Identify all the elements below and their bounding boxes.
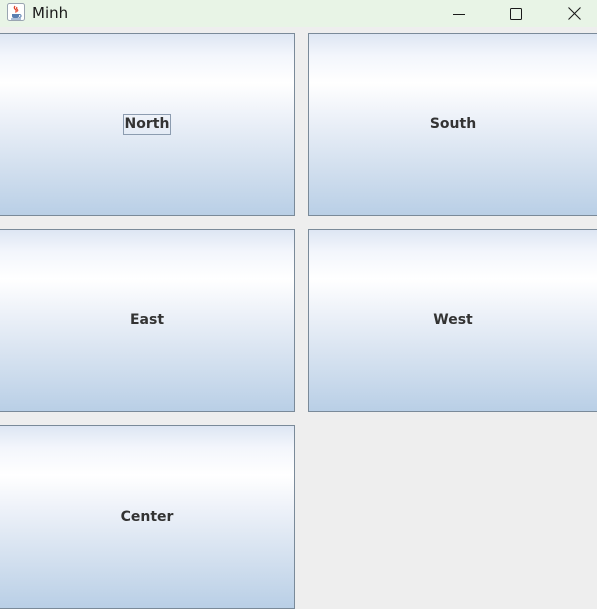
- minimize-icon: [453, 8, 465, 20]
- center-button-label: Center: [120, 508, 174, 525]
- east-button-label: East: [129, 312, 165, 328]
- east-button[interactable]: East: [0, 229, 295, 412]
- close-icon: [567, 7, 581, 20]
- maximize-icon: [510, 7, 522, 20]
- close-button[interactable]: [551, 0, 597, 27]
- north-button[interactable]: North: [0, 33, 295, 216]
- minimize-button[interactable]: [436, 0, 482, 27]
- north-button-label: North: [122, 114, 172, 135]
- south-button-label: South: [429, 116, 477, 132]
- center-button[interactable]: Center: [0, 425, 295, 609]
- window-title: Minh: [32, 4, 69, 22]
- application-window: Minh North South East West Center: [0, 0, 597, 609]
- south-button[interactable]: South: [308, 33, 597, 216]
- content-pane: North South East West Center: [0, 27, 597, 609]
- title-bar[interactable]: Minh: [0, 0, 597, 27]
- maximize-button[interactable]: [493, 0, 539, 27]
- java-cup-icon: [7, 3, 25, 21]
- west-button-label: West: [433, 312, 473, 328]
- west-button[interactable]: West: [308, 229, 597, 412]
